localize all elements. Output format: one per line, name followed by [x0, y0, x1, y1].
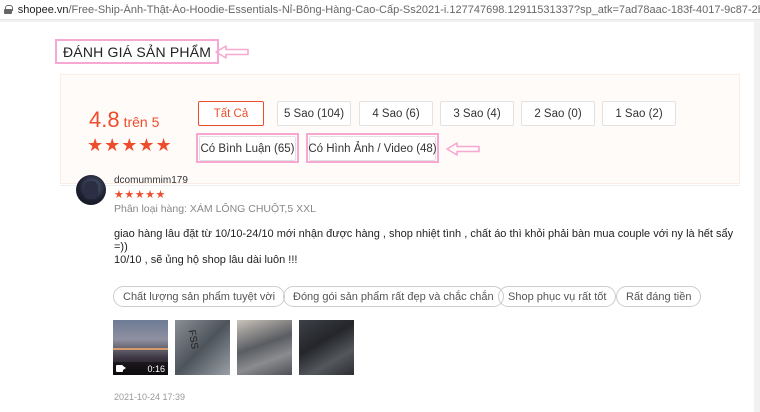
video-duration: 0:16 [147, 363, 165, 374]
review-tag: Đóng gói sản phẩm rất đẹp và chắc chắn [283, 286, 504, 307]
review-image-thumbnail[interactable] [299, 320, 354, 375]
review-tag: Shop phục vụ rất tốt [498, 286, 617, 307]
review-image-thumbnail[interactable] [175, 320, 230, 375]
review-tag: Chất lượng sản phẩm tuyệt vời [113, 286, 286, 307]
review-stars-icon: ★★★★★ [114, 189, 166, 201]
review-tag: Rất đáng tiền [616, 286, 702, 307]
review-item: dcomummim179 ★★★★★ Phân loại hàng: XÁM L… [0, 0, 754, 412]
review-comment: giao hàng lâu đặt từ 10/10-24/10 mới nhậ… [114, 228, 734, 266]
product-variation: Phân loại hàng: XÁM LÔNG CHUỘT,5 XXL [114, 203, 316, 215]
reviewer-name[interactable]: dcomummim179 [114, 175, 188, 186]
avatar[interactable] [76, 175, 106, 205]
video-camera-icon [116, 365, 126, 372]
review-timestamp: 2021-10-24 17:39 [114, 392, 186, 402]
review-image-thumbnail[interactable] [237, 320, 292, 375]
product-ratings-panel: ĐÁNH GIÁ SẢN PHẨM 4.8 trên 5 ★★★★★ Tất Cả… [0, 22, 754, 412]
review-video-thumbnail[interactable]: 0:16 [113, 320, 168, 375]
video-badge: 0:16 [113, 362, 168, 375]
